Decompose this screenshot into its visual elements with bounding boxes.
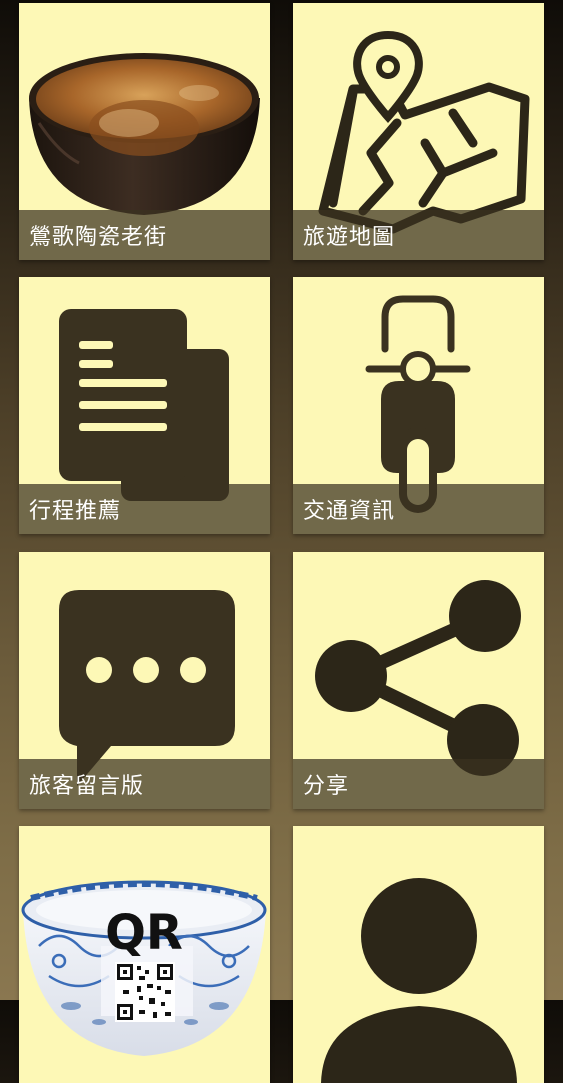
menu-tile-label-bar: 鶯歌陶瓷老街 bbox=[19, 210, 270, 260]
menu-tile-member[interactable] bbox=[293, 826, 544, 1083]
menu-tile-label-bar: 旅遊地圖 bbox=[293, 210, 544, 260]
menu-tile-label: 分享 bbox=[303, 774, 350, 799]
menu-tile-label-bar: 行程推薦 bbox=[19, 484, 270, 534]
person-icon bbox=[321, 878, 517, 1083]
qr-code-bowl-icon: QR bbox=[21, 880, 267, 1056]
qr-logo-text: QR bbox=[105, 905, 183, 961]
menu-tile-label-bar: 分享 bbox=[293, 759, 544, 809]
menu-tile-label-bar: 旅客留言版 bbox=[19, 759, 270, 809]
menu-tile-itinerary[interactable]: 行程推薦 bbox=[19, 277, 270, 534]
menu-tile-share[interactable]: 分享 bbox=[293, 552, 544, 809]
qr-code-pattern bbox=[115, 962, 175, 1022]
menu-tile-qr-code[interactable]: QR bbox=[19, 826, 270, 1083]
menu-tile-transportation[interactable]: 交通資訊 bbox=[293, 277, 544, 534]
menu-tile-yingge-old-street[interactable]: 鶯歌陶瓷老街 bbox=[19, 3, 270, 260]
menu-tile-label: 鶯歌陶瓷老街 bbox=[29, 225, 168, 250]
menu-tile-label: 旅客留言版 bbox=[29, 774, 145, 799]
menu-tile-travel-map[interactable]: 旅遊地圖 bbox=[293, 3, 544, 260]
menu-tile-label: 行程推薦 bbox=[29, 499, 122, 524]
menu-tile-label: 旅遊地圖 bbox=[303, 225, 396, 250]
menu-tile-label-bar: 交通資訊 bbox=[293, 484, 544, 534]
menu-tile-label: 交通資訊 bbox=[303, 499, 396, 524]
menu-tile-guestbook[interactable]: 旅客留言版 bbox=[19, 552, 270, 809]
